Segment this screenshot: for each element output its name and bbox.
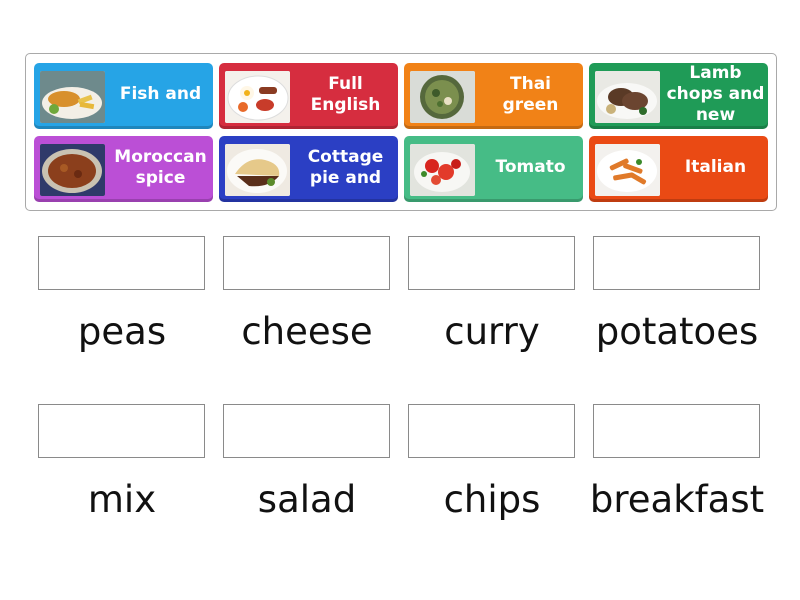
tile-fish-and[interactable]: Fish and [34, 63, 213, 129]
full-english-breakfast-photo [225, 71, 290, 123]
tile-label: Full English [310, 73, 381, 115]
target-word-peas: peas [77, 310, 167, 353]
drop-slot-salad[interactable] [223, 404, 390, 458]
tile-moroccan-spice[interactable]: Moroccan spice [34, 136, 213, 202]
drop-slot-breakfast[interactable] [593, 404, 760, 458]
target-word-breakfast: breakfast [589, 478, 765, 521]
fish-and-chips-photo [40, 71, 105, 123]
drop-slot-peas[interactable] [38, 236, 205, 290]
tile-label: Lamb chops and new [666, 63, 765, 125]
tile-label: Fish and [119, 84, 202, 104]
tile-label: Italian [684, 157, 747, 177]
drop-slot-mix[interactable] [38, 404, 205, 458]
drop-slot-potatoes[interactable] [593, 236, 760, 290]
tile-italian[interactable]: Italian [589, 136, 768, 202]
tile-label: Cottage pie and [307, 146, 384, 188]
tile-tomato[interactable]: Tomato [404, 136, 583, 202]
target-word-chips: chips [443, 478, 541, 521]
tile-label: Moroccan spice [114, 146, 207, 188]
moroccan-spice-photo [40, 144, 105, 196]
target-word-curry: curry [444, 310, 540, 353]
tile-cottage-pie-and[interactable]: Cottage pie and [219, 136, 398, 202]
target-word-salad: salad [257, 478, 357, 521]
lamb-chops-photo [595, 71, 660, 123]
italian-pasta-photo [595, 144, 660, 196]
tile-thai-green[interactable]: Thai green [404, 63, 583, 129]
drop-slot-curry[interactable] [408, 236, 575, 290]
thai-green-curry-photo [410, 71, 475, 123]
tomato-salad-photo [410, 144, 475, 196]
tile-full-english[interactable]: Full English [219, 63, 398, 129]
target-word-potatoes: potatoes [595, 310, 759, 353]
target-word-mix: mix [87, 478, 157, 521]
drop-slot-cheese[interactable] [223, 236, 390, 290]
tile-label: Thai green [502, 73, 559, 115]
cottage-pie-photo [225, 144, 290, 196]
tile-label: Tomato [495, 157, 566, 177]
drop-slot-chips[interactable] [408, 404, 575, 458]
target-word-cheese: cheese [241, 310, 373, 353]
tile-tray: Fish and Full English Thai green Lamb ch… [25, 53, 777, 211]
tile-lamb-chops-and-new[interactable]: Lamb chops and new [589, 63, 768, 129]
